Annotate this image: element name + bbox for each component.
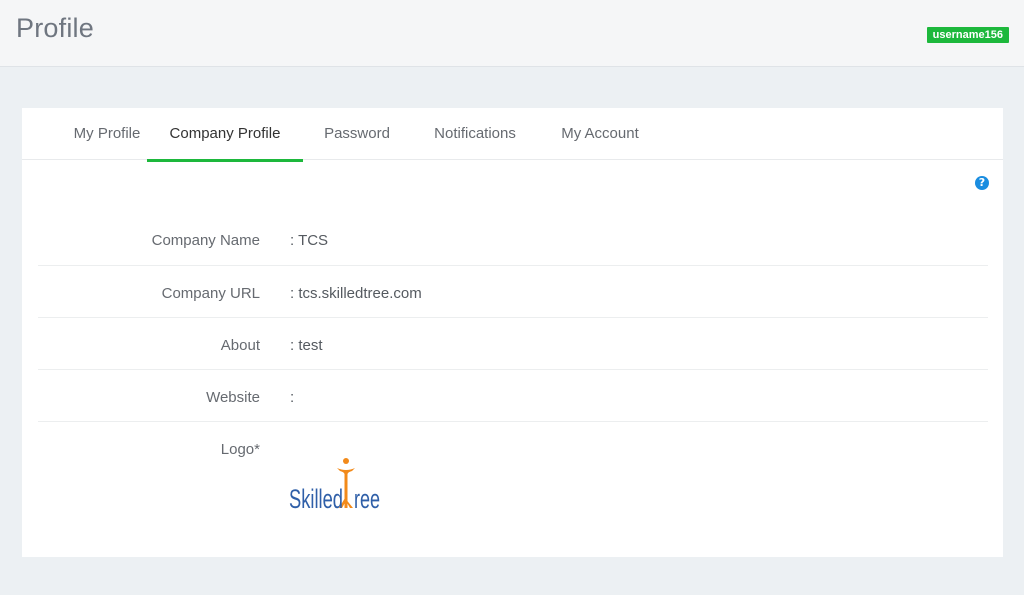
field-row-company-name: Company Name : TCS <box>38 213 988 266</box>
company-name-label: Company Name <box>151 232 260 249</box>
username-badge[interactable]: username156 <box>926 27 1009 43</box>
profile-tabs: My Profile Company Profile Password Noti… <box>22 108 1003 162</box>
website-label: Website <box>206 389 260 406</box>
profile-card: My Profile Company Profile Password Noti… <box>22 108 1003 557</box>
question-circle-icon[interactable]: ? <box>975 176 989 190</box>
tab-my-account[interactable]: My Account <box>539 108 661 162</box>
top-header: Profile username156 <box>0 0 1024 67</box>
company-logo-image: Skilled ree <box>289 458 380 512</box>
about-label: About <box>220 337 260 354</box>
field-row-about: About : test <box>38 318 988 370</box>
tab-password[interactable]: Password <box>303 108 411 162</box>
tab-notifications[interactable]: Notifications <box>411 108 539 162</box>
svg-text:ree: ree <box>354 484 380 512</box>
page-title: Profile <box>16 13 94 43</box>
company-name-value: : TCS <box>290 232 329 249</box>
company-url-label: Company URL <box>161 285 260 302</box>
company-url-value: : tcs.skilledtree.com <box>290 285 422 302</box>
field-row-company-url: Company URL : tcs.skilledtree.com <box>38 266 988 318</box>
field-row-website: Website : <box>38 370 988 422</box>
logo-label: Logo* <box>220 441 260 458</box>
svg-text:Skilled: Skilled <box>289 484 343 512</box>
website-value: : <box>290 389 295 406</box>
about-value: : test <box>290 337 323 354</box>
tab-company-profile[interactable]: Company Profile <box>147 108 303 162</box>
field-row-logo: Logo* Skilled ree <box>38 422 988 542</box>
